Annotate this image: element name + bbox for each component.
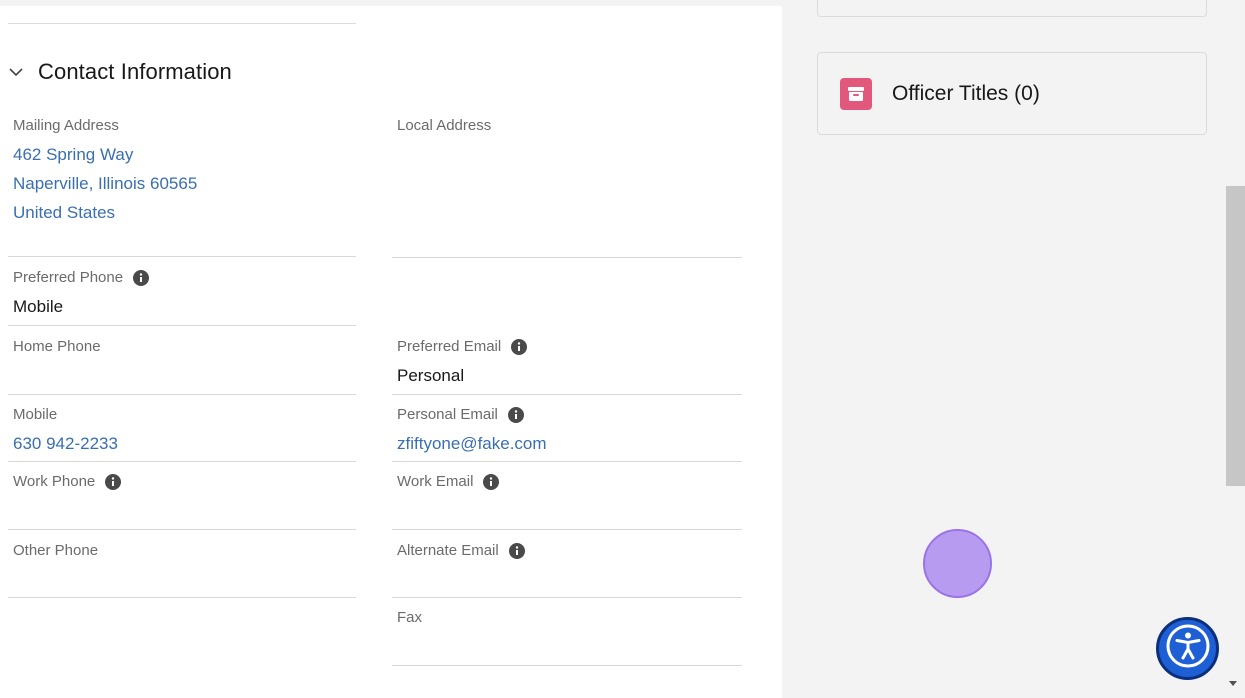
field-label-row: Personal Email: [397, 405, 742, 425]
local-address-field: Local Address: [392, 116, 742, 258]
personal-email-field: Personal Email zfiftyone@fake.com: [392, 405, 742, 462]
scroll-down-arrow-icon[interactable]: [1229, 681, 1237, 686]
officer-titles-link[interactable]: Officer Titles (0): [892, 82, 1040, 106]
record-detail-panel: Contact Information Mailing Address 462 …: [0, 6, 782, 698]
chevron-down-icon[interactable]: [8, 64, 24, 80]
mobile-field: Mobile 630 942-2233: [8, 405, 356, 462]
field-label-row: Preferred Email: [397, 337, 742, 357]
accessibility-icon: [1165, 623, 1211, 674]
work-email-field: Work Email: [392, 472, 742, 530]
other-phone-field: Other Phone: [8, 541, 356, 598]
preferred-phone-value: Mobile: [13, 297, 64, 316]
info-icon[interactable]: [105, 474, 122, 490]
preferred-phone-field: Preferred Phone Mobile: [8, 268, 356, 326]
field-label: Preferred Email: [397, 338, 502, 355]
mailing-address-value[interactable]: 462 Spring Way Naperville, Illinois 6056…: [13, 140, 356, 227]
related-list-card-previous: [817, 0, 1207, 17]
field-label-row: Preferred Phone: [13, 268, 356, 288]
fax-field: Fax: [392, 608, 742, 666]
field-label: Work Phone: [13, 473, 96, 490]
info-icon[interactable]: [483, 474, 500, 490]
contact-information-section-toggle[interactable]: Contact Information: [8, 58, 232, 86]
scrollbar-thumb[interactable]: [1226, 186, 1245, 486]
field-label-row: Alternate Email: [397, 541, 742, 561]
archive-icon: [840, 77, 872, 110]
field-label: Work Email: [397, 473, 474, 490]
mobile-phone-link[interactable]: 630 942-2233: [13, 429, 356, 458]
field-label: Mailing Address: [13, 117, 119, 134]
info-icon[interactable]: [511, 339, 528, 355]
personal-email-link[interactable]: zfiftyone@fake.com: [397, 429, 742, 458]
field-label: Preferred Phone: [13, 269, 124, 286]
field-label: Alternate Email: [397, 542, 499, 559]
home-phone-field: Home Phone: [8, 337, 356, 395]
info-icon[interactable]: [508, 543, 525, 559]
field-label-row: Work Email: [397, 472, 742, 492]
alternate-email-field: Alternate Email: [392, 541, 742, 598]
address-line-country[interactable]: United States: [13, 198, 356, 227]
info-icon[interactable]: [507, 407, 524, 423]
address-line-street[interactable]: 462 Spring Way: [13, 140, 356, 169]
field-label: Mobile: [13, 406, 58, 423]
preferred-email-value: Personal: [397, 366, 465, 385]
preferred-email-field: Preferred Email Personal: [392, 337, 742, 395]
accessibility-button[interactable]: [1156, 617, 1219, 680]
work-phone-field: Work Phone: [8, 472, 356, 530]
field-label: Other Phone: [13, 542, 99, 559]
officer-titles-related-list[interactable]: Officer Titles (0): [817, 52, 1207, 135]
field-label: Personal Email: [397, 406, 498, 423]
field-label: Home Phone: [13, 338, 101, 355]
info-icon[interactable]: [133, 270, 150, 286]
mailing-address-field: Mailing Address 462 Spring Way Napervill…: [8, 116, 356, 257]
section-title: Contact Information: [38, 59, 232, 84]
field-label: Local Address: [397, 117, 492, 134]
address-line-city[interactable]: Naperville, Illinois 60565: [13, 169, 356, 198]
cursor-highlight: [923, 529, 992, 598]
field-label-row: Work Phone: [13, 472, 356, 492]
divider: [8, 23, 356, 24]
field-label: Fax: [397, 609, 423, 626]
